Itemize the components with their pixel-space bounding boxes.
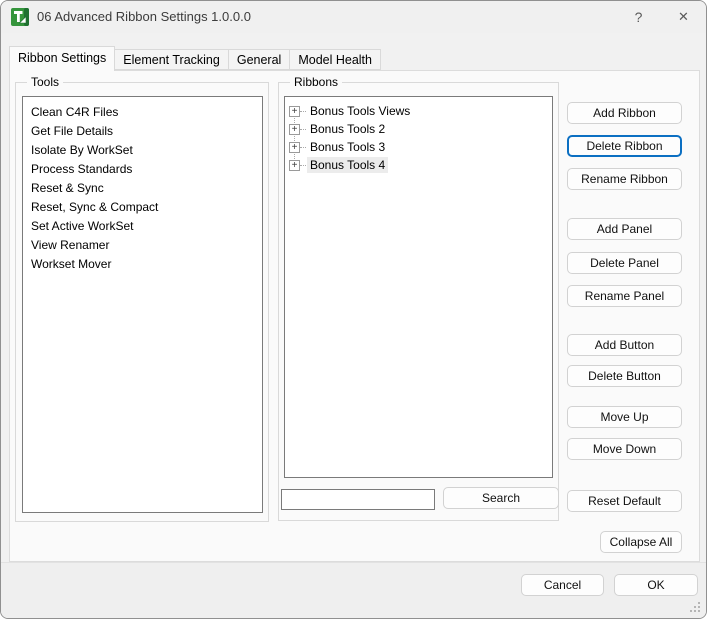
tools-list-item-set-active-workset[interactable]: Set Active WorkSet [23, 217, 262, 236]
delete-ribbon-button[interactable]: Delete Ribbon [567, 135, 682, 157]
ok-button[interactable]: OK [614, 574, 698, 596]
tree-item-bonus-tools-4: + Bonus Tools 4 [285, 156, 552, 174]
tools-list-item-reset-sync[interactable]: Reset & Sync [23, 179, 262, 198]
move-down-button[interactable]: Move Down [567, 438, 682, 460]
tree-stub-line [300, 165, 306, 166]
tools-listbox[interactable]: Clean C4R Files Get File Details Isolate… [22, 96, 263, 513]
ribbons-treeview[interactable]: + Bonus Tools Views + Bonus Tools 2 + Bo… [284, 96, 553, 478]
cancel-button[interactable]: Cancel [521, 574, 604, 596]
tab-page-ribbon-settings: Tools Clean C4R Files Get File Details I… [9, 70, 700, 562]
add-panel-button[interactable]: Add Panel [567, 218, 682, 240]
delete-button-button[interactable]: Delete Button [567, 365, 682, 387]
ribbons-groupbox: Ribbons + Bonus Tools Views + Bonus Tool… [278, 82, 559, 521]
tools-list-item-process-standards[interactable]: Process Standards [23, 160, 262, 179]
tools-list-item-reset-sync-compact[interactable]: Reset, Sync & Compact [23, 198, 262, 217]
tree-item-label-selected[interactable]: Bonus Tools 4 [307, 157, 388, 173]
reset-default-button[interactable]: Reset Default [567, 490, 682, 512]
collapse-all-button[interactable]: Collapse All [600, 531, 682, 553]
tab-element-tracking[interactable]: Element Tracking [114, 49, 229, 70]
app-icon [11, 8, 29, 26]
tools-groupbox: Tools Clean C4R Files Get File Details I… [15, 82, 269, 522]
tree-item-label[interactable]: Bonus Tools 3 [307, 139, 388, 155]
tools-list-item-clean-c4r-files[interactable]: Clean C4R Files [23, 103, 262, 122]
tab-general[interactable]: General [228, 49, 290, 70]
help-button[interactable]: ? [616, 1, 661, 33]
rename-panel-button[interactable]: Rename Panel [567, 285, 682, 307]
close-icon[interactable]: ✕ [661, 1, 706, 33]
ribbons-group-label: Ribbons [290, 75, 342, 89]
resize-grip[interactable] [690, 602, 702, 614]
rename-ribbon-button[interactable]: Rename Ribbon [567, 168, 682, 190]
tree-item-label[interactable]: Bonus Tools Views [307, 103, 413, 119]
tools-list-item-isolate-by-workset[interactable]: Isolate By WorkSet [23, 141, 262, 160]
tree-stub-line [300, 111, 306, 112]
expander-plus-icon[interactable]: + [289, 106, 300, 117]
expander-plus-icon[interactable]: + [289, 160, 300, 171]
search-button[interactable]: Search [443, 487, 559, 509]
tab-strip: Ribbon Settings Element Tracking General… [9, 46, 381, 71]
tree-stub-line [300, 129, 306, 130]
tree-item-bonus-tools-3: + Bonus Tools 3 [285, 138, 552, 156]
delete-panel-button[interactable]: Delete Panel [567, 252, 682, 274]
expander-plus-icon[interactable]: + [289, 142, 300, 153]
tree-item-bonus-tools-2: + Bonus Tools 2 [285, 120, 552, 138]
move-up-button[interactable]: Move Up [567, 406, 682, 428]
tools-group-label: Tools [27, 75, 63, 89]
advanced-ribbon-settings-dialog: 06 Advanced Ribbon Settings 1.0.0.0 ? ✕ … [0, 0, 707, 619]
tree-item-bonus-tools-views: + Bonus Tools Views [285, 102, 552, 120]
tools-list-item-workset-mover[interactable]: Workset Mover [23, 255, 262, 274]
expander-plus-icon[interactable]: + [289, 124, 300, 135]
add-button-button[interactable]: Add Button [567, 334, 682, 356]
tree-stub-line [300, 147, 306, 148]
tree-item-label[interactable]: Bonus Tools 2 [307, 121, 388, 137]
tools-list-item-view-renamer[interactable]: View Renamer [23, 236, 262, 255]
footer-bar: Cancel OK [1, 562, 706, 618]
search-input[interactable] [281, 489, 435, 510]
window-title: 06 Advanced Ribbon Settings 1.0.0.0 [37, 1, 251, 33]
titlebar: 06 Advanced Ribbon Settings 1.0.0.0 ? ✕ [1, 1, 706, 33]
tab-model-health[interactable]: Model Health [289, 49, 381, 70]
add-ribbon-button[interactable]: Add Ribbon [567, 102, 682, 124]
tools-list-item-get-file-details[interactable]: Get File Details [23, 122, 262, 141]
tab-ribbon-settings[interactable]: Ribbon Settings [9, 46, 115, 71]
